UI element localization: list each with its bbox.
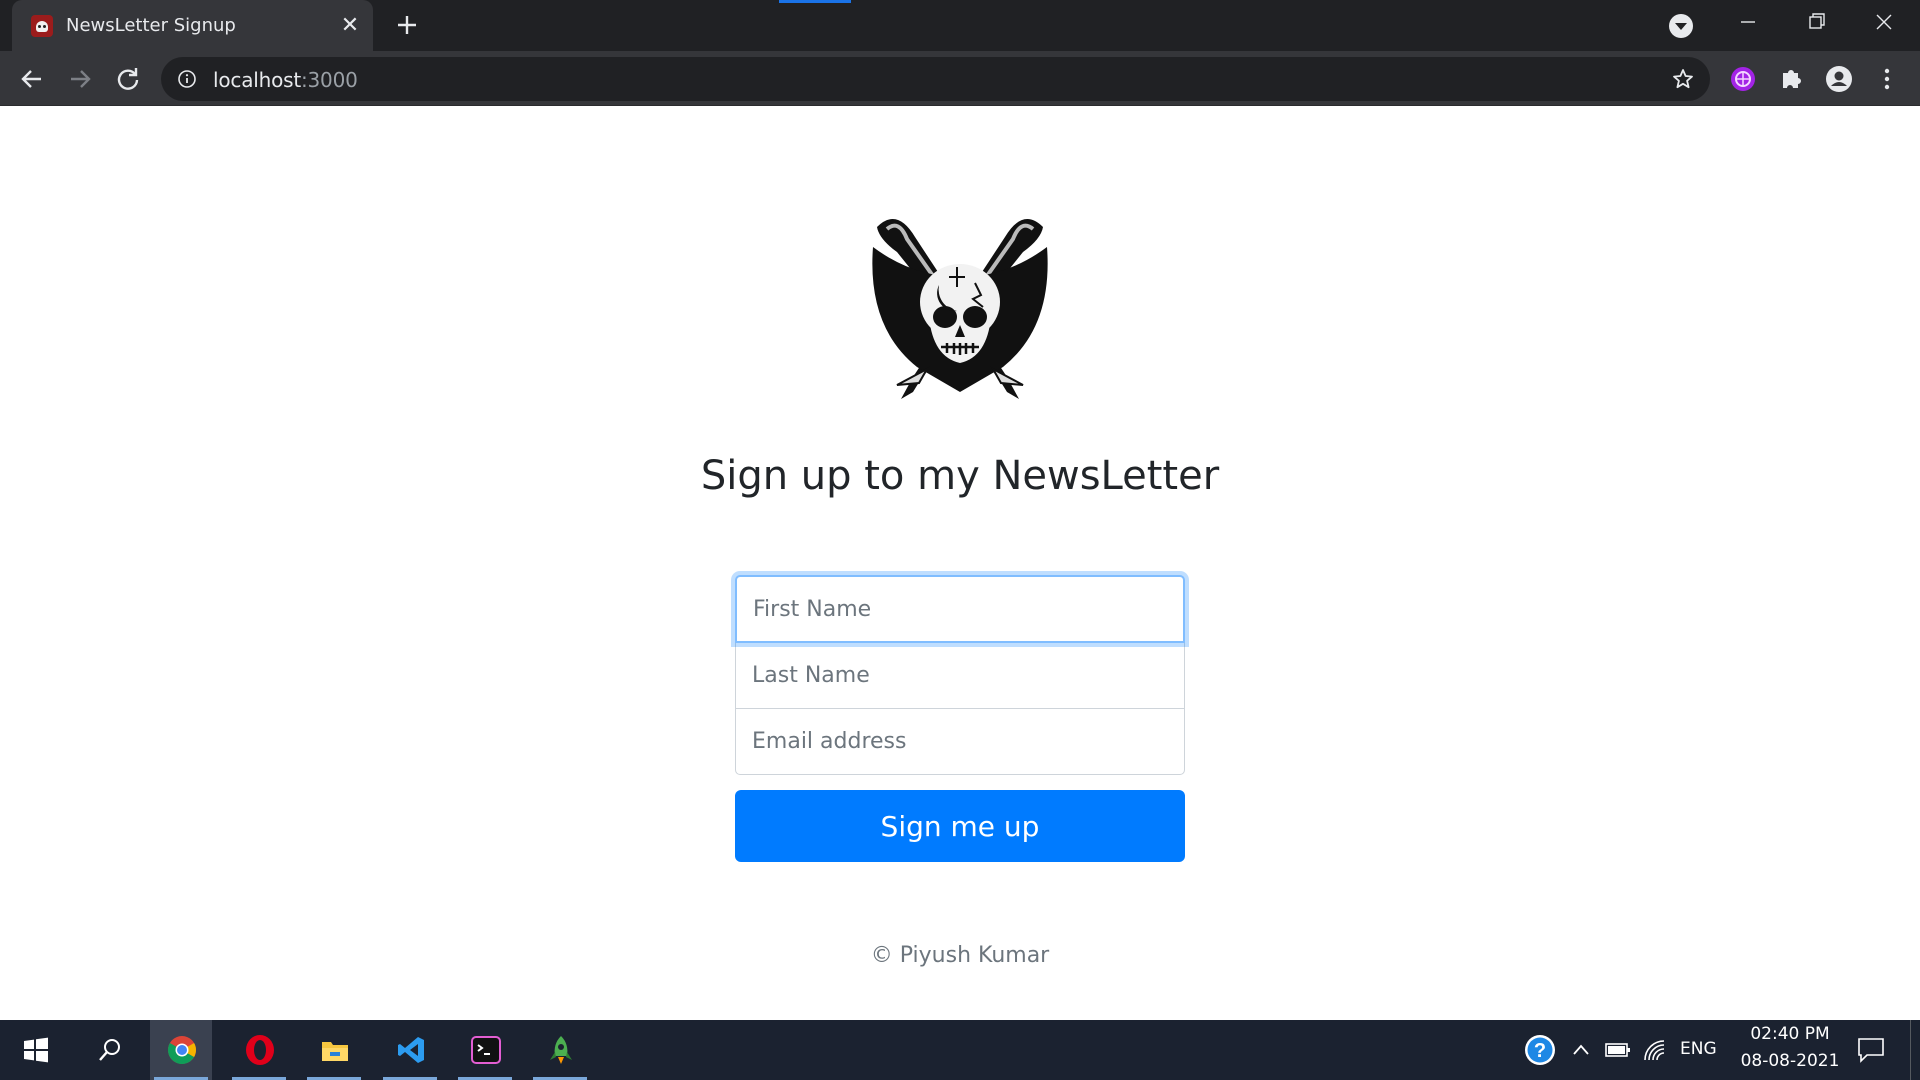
tab-close-button[interactable]: ✕ bbox=[338, 12, 362, 38]
signup-form: Sign me up bbox=[735, 575, 1185, 862]
sign-me-up-button[interactable]: Sign me up bbox=[735, 790, 1185, 862]
pirate-skull-logo-icon bbox=[872, 219, 1048, 399]
search-icon bbox=[99, 1039, 120, 1061]
last-name-input[interactable] bbox=[735, 642, 1185, 709]
url-text: localhost:3000 bbox=[213, 68, 358, 92]
address-bar[interactable]: localhost:3000 bbox=[161, 57, 1710, 101]
taskbar-chrome[interactable] bbox=[150, 1020, 212, 1080]
browser-menu-icon[interactable] bbox=[1871, 63, 1903, 95]
favicon-icon bbox=[31, 15, 53, 37]
restore-button[interactable] bbox=[1796, 6, 1836, 38]
help-icon[interactable]: ? bbox=[1524, 1034, 1556, 1066]
wifi-icon[interactable] bbox=[1642, 1038, 1668, 1062]
file-explorer-icon bbox=[322, 1042, 348, 1061]
close-window-button[interactable] bbox=[1864, 6, 1904, 38]
profile-avatar-icon[interactable] bbox=[1823, 63, 1855, 95]
vpn-extension-icon[interactable] bbox=[1727, 63, 1759, 95]
reload-icon[interactable] bbox=[112, 63, 144, 95]
url-port: :3000 bbox=[300, 68, 358, 92]
terminal-icon bbox=[471, 1036, 501, 1064]
first-name-input[interactable] bbox=[735, 575, 1185, 643]
windows-start-icon bbox=[24, 1037, 48, 1063]
bookmark-star-icon[interactable] bbox=[1671, 67, 1695, 91]
clock-date[interactable]: 08-08-2021 bbox=[1730, 1051, 1850, 1071]
taskbar-file-explorer[interactable] bbox=[303, 1020, 365, 1080]
new-tab-button[interactable] bbox=[392, 10, 422, 40]
page-title: Sign up to my NewsLetter bbox=[700, 453, 1220, 499]
vscode-icon bbox=[398, 1037, 424, 1063]
clock-time[interactable]: 02:40 PM bbox=[1730, 1024, 1850, 1044]
start-button[interactable] bbox=[4, 1020, 66, 1080]
page-content: Sign up to my NewsLetter Sign me up © Pi… bbox=[0, 107, 1920, 1020]
loading-indicator bbox=[779, 0, 851, 3]
footer-copyright: © Piyush Kumar bbox=[870, 943, 1050, 968]
rocket-app-icon bbox=[550, 1036, 572, 1064]
opera-icon bbox=[246, 1035, 274, 1065]
taskbar-vscode[interactable] bbox=[379, 1020, 441, 1080]
email-input[interactable] bbox=[735, 708, 1185, 775]
chevron-up-icon[interactable] bbox=[1570, 1040, 1592, 1060]
tab-title: NewsLetter Signup bbox=[66, 15, 236, 36]
browser-tab-strip: NewsLetter Signup ✕ bbox=[0, 0, 1920, 51]
taskbar-terminal[interactable] bbox=[454, 1020, 516, 1080]
browser-toolbar: localhost:3000 bbox=[0, 51, 1920, 106]
tab-search-icon[interactable] bbox=[1669, 14, 1693, 38]
battery-icon[interactable] bbox=[1605, 1040, 1631, 1060]
url-host: localhost bbox=[213, 68, 301, 92]
site-info-icon[interactable] bbox=[177, 69, 197, 89]
chrome-icon bbox=[168, 1036, 196, 1064]
svg-text:?: ? bbox=[1534, 1040, 1546, 1062]
extensions-puzzle-icon[interactable] bbox=[1775, 63, 1807, 95]
taskbar-opera[interactable] bbox=[228, 1020, 290, 1080]
minimize-button[interactable] bbox=[1728, 6, 1768, 38]
show-desktop-button[interactable] bbox=[1910, 1020, 1920, 1080]
browser-tab[interactable]: NewsLetter Signup ✕ bbox=[12, 0, 373, 51]
taskbar-search-button[interactable] bbox=[78, 1020, 140, 1080]
language-indicator[interactable]: ENG bbox=[1680, 1039, 1717, 1059]
forward-arrow-icon[interactable] bbox=[64, 63, 96, 95]
notification-center-icon[interactable] bbox=[1856, 1036, 1886, 1064]
windows-taskbar: ? ENG 02:40 PM 08-08-2021 bbox=[0, 1020, 1920, 1080]
taskbar-rocket-app[interactable] bbox=[529, 1020, 591, 1080]
back-arrow-icon[interactable] bbox=[16, 63, 48, 95]
